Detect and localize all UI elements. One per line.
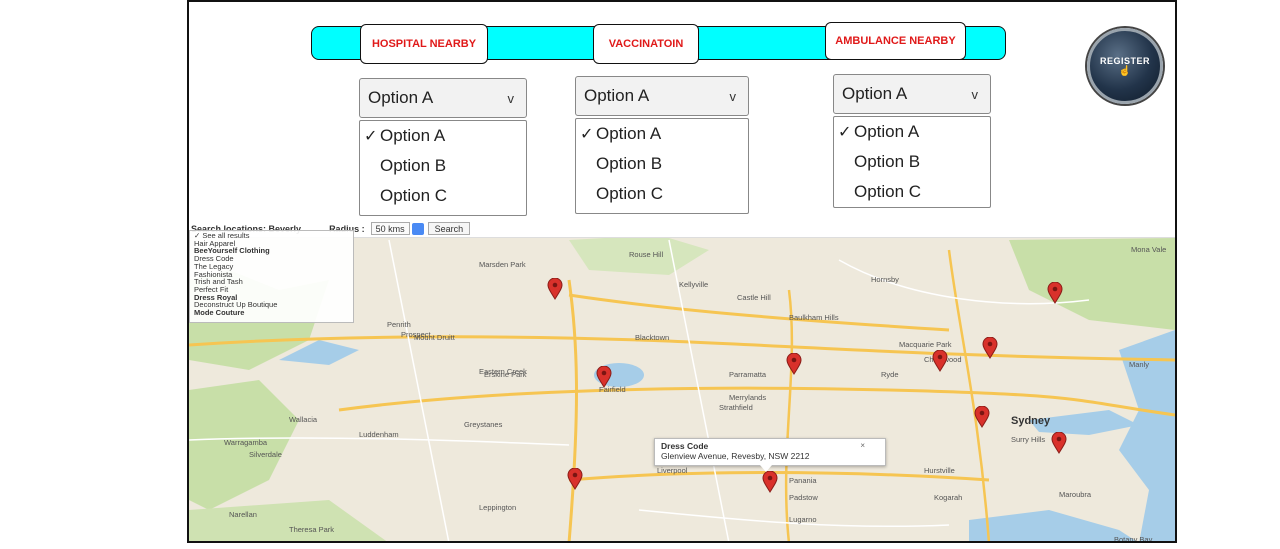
- place-label: Erskine Park: [484, 370, 527, 379]
- ambulance-options-list: ✓ Option A Option B Option C: [833, 116, 991, 208]
- map-marker-icon[interactable]: [567, 467, 583, 490]
- result-item[interactable]: Mode Couture: [194, 309, 349, 317]
- place-label: Liverpool: [657, 466, 688, 475]
- option-label: Option A: [854, 122, 920, 141]
- ambulance-option-a[interactable]: ✓ Option A: [834, 117, 990, 147]
- option-label: Option B: [596, 154, 663, 173]
- ambulance-option-c[interactable]: Option C: [834, 177, 990, 207]
- place-label: Kellyville: [679, 280, 709, 289]
- place-label: Warragamba: [224, 438, 268, 447]
- vaccination-options-list: ✓ Option A Option B Option C: [575, 118, 749, 214]
- map-marker-icon[interactable]: [1047, 281, 1063, 304]
- place-label: Surry Hills: [1011, 435, 1046, 444]
- place-label: Lugarno: [789, 515, 817, 524]
- info-window-title: Dress Code: [661, 441, 709, 451]
- place-label: Macquarie Park: [899, 340, 952, 349]
- place-label: Silverdale: [249, 450, 282, 459]
- results-list: ✓ See all results Hair Apparel BeeYourself…: [189, 230, 354, 323]
- place-label: Penrith: [387, 320, 411, 329]
- vaccination-option-c[interactable]: Option C: [576, 179, 748, 209]
- check-icon: ✓: [364, 128, 378, 145]
- place-label: Mona Vale: [1131, 245, 1167, 254]
- vaccination-button[interactable]: VACCINATOIN: [593, 24, 699, 64]
- option-label: Option C: [596, 184, 664, 203]
- place-label: Padstow: [789, 493, 818, 502]
- place-label: Parramatta: [729, 370, 767, 379]
- place-label: Hurstville: [924, 466, 955, 475]
- info-window-address: Glenview Avenue, Revesby, NSW 2212: [661, 451, 810, 461]
- option-label: Option B: [380, 156, 447, 175]
- place-label: Strathfield: [719, 403, 753, 412]
- map-marker-icon[interactable]: [982, 336, 998, 359]
- place-label: Marsden Park: [479, 260, 526, 269]
- hand-pointer-icon: ☝: [1118, 65, 1132, 77]
- option-label: Option A: [380, 126, 446, 145]
- place-label: Greystanes: [464, 420, 503, 429]
- place-label: Panania: [789, 476, 817, 485]
- map-marker-icon[interactable]: [786, 352, 802, 375]
- map-marker-icon[interactable]: [596, 365, 612, 388]
- place-label: Castle Hill: [737, 293, 771, 302]
- chevron-down-icon: v: [729, 88, 737, 104]
- ambulance-select[interactable]: Option A v: [833, 74, 991, 114]
- hospital-option-a[interactable]: ✓ Option A: [360, 121, 526, 151]
- vaccination-select-value: Option A: [584, 86, 650, 105]
- map-marker-icon[interactable]: [1051, 431, 1067, 454]
- map-info-window: Dress Code Glenview Avenue, Revesby, NSW…: [654, 438, 886, 472]
- place-label: Luddenham: [359, 430, 399, 439]
- place-label: Hornsby: [871, 275, 899, 284]
- map-marker-icon[interactable]: [974, 405, 990, 428]
- place-label: Theresa Park: [289, 525, 335, 534]
- place-label: Mount Druitt: [414, 333, 455, 342]
- place-label: Ryde: [881, 370, 899, 379]
- app-frame: HOSPITAL NEARBY VACCINATOIN AMBULANCE NE…: [187, 0, 1177, 543]
- place-label: Blacktown: [635, 333, 670, 342]
- place-label: Botany Bay: [1114, 535, 1153, 543]
- option-label: Option A: [596, 124, 662, 143]
- hospital-select[interactable]: Option A v: [359, 78, 527, 118]
- hospital-option-b[interactable]: Option B: [360, 151, 526, 181]
- place-label: Kogarah: [934, 493, 963, 502]
- vaccination-option-a[interactable]: ✓ Option A: [576, 119, 748, 149]
- chevron-down-icon: v: [507, 90, 515, 106]
- map-search-button[interactable]: Search: [427, 222, 471, 235]
- hospital-select-value: Option A: [368, 88, 434, 107]
- register-logo-text: REGISTER: [1099, 55, 1150, 66]
- vaccination-select[interactable]: Option A v: [575, 76, 749, 116]
- place-label: Leppington: [479, 503, 517, 512]
- check-icon: ✓: [580, 126, 594, 143]
- ambulance-select-value: Option A: [842, 84, 908, 103]
- register-logo-button[interactable]: REGISTER ☝: [1087, 28, 1163, 104]
- map-marker-icon[interactable]: [762, 470, 778, 493]
- place-label: Sydney: [1011, 415, 1051, 427]
- hospital-nearby-button[interactable]: HOSPITAL NEARBY: [360, 24, 488, 64]
- place-label: Manly: [1129, 360, 1150, 369]
- place-label: Narellan: [229, 510, 257, 519]
- map-marker-icon[interactable]: [932, 349, 948, 372]
- map-marker-icon[interactable]: [547, 277, 563, 300]
- place-label: Rouse Hill: [629, 250, 664, 259]
- option-label: Option C: [380, 186, 448, 205]
- place-label: Baulkham Hills: [789, 313, 839, 322]
- place-label: Wallacia: [289, 415, 318, 424]
- option-label: Option C: [854, 182, 922, 201]
- hospital-option-c[interactable]: Option C: [360, 181, 526, 211]
- option-label: Option B: [854, 152, 921, 171]
- place-label: Maroubra: [1059, 490, 1092, 499]
- place-label: Merrylands: [729, 393, 767, 402]
- ambulance-nearby-button[interactable]: AMBULANCE NEARBY: [825, 22, 966, 60]
- radius-go-button[interactable]: [411, 222, 424, 235]
- hospital-options-list: ✓ Option A Option B Option C: [359, 120, 527, 216]
- chevron-down-icon: v: [971, 86, 979, 102]
- map-view[interactable]: Search locations: Beverly Radius : 50 km…: [189, 220, 1175, 543]
- close-icon[interactable]: ×: [860, 441, 865, 450]
- radius-select[interactable]: 50 kms: [370, 222, 410, 235]
- ambulance-option-b[interactable]: Option B: [834, 147, 990, 177]
- check-icon: ✓: [838, 124, 852, 141]
- vaccination-option-b[interactable]: Option B: [576, 149, 748, 179]
